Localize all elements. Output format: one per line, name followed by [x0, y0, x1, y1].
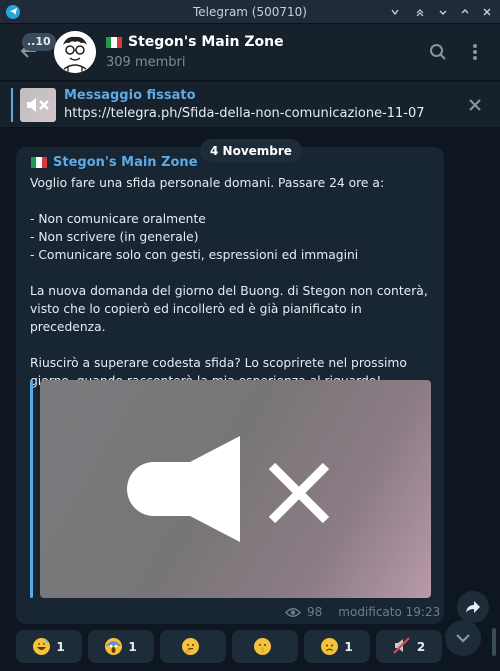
pinned-thumbnail	[20, 88, 56, 122]
message-text: Voglio fare una sfida personale domani. …	[30, 176, 428, 388]
shushing-emoji	[253, 638, 271, 655]
reaction-count: 1	[56, 639, 65, 654]
search-icon[interactable]	[427, 41, 449, 63]
maximize-button[interactable]	[455, 0, 475, 24]
chat-title[interactable]: Stegon's Main Zone	[106, 34, 284, 50]
share-arrow-icon	[466, 601, 480, 613]
unread-count-badge: ..10	[22, 33, 56, 51]
screaming-emoji	[105, 638, 123, 655]
pinned-message-bar[interactable]: Messaggio fissato https://telegra.ph/Sfi…	[0, 82, 500, 128]
reaction-muted-speaker[interactable]: 2	[376, 630, 442, 663]
thinking-emoji	[181, 638, 199, 655]
muted-speaker-icon	[27, 98, 49, 112]
reaction-shushing[interactable]	[232, 630, 298, 663]
sender-name: Stegon's Main Zone	[53, 155, 198, 170]
keep-above-icon[interactable]	[410, 0, 430, 24]
pinned-link[interactable]: https://telegra.ph/Sfida-della-non-comun…	[64, 106, 425, 121]
chat-header: ..10 Stegon's Main Zone 309 membri	[0, 24, 500, 81]
reaction-thinking[interactable]	[160, 630, 226, 663]
minimize-button[interactable]	[433, 0, 453, 24]
reaction-count: 2	[416, 639, 426, 654]
message-sender[interactable]: Stegon's Main Zone	[31, 155, 198, 170]
date-separator: 4 Novembre	[200, 139, 302, 163]
chat-name: Stegon's Main Zone	[128, 34, 284, 50]
window-titlebar: Telegram (500710)	[0, 0, 500, 24]
link-preview-bar	[30, 380, 33, 598]
close-icon[interactable]	[464, 94, 486, 116]
reaction-count: 1	[128, 639, 137, 654]
forward-button[interactable]	[457, 591, 489, 623]
reaction-grinning-sweat[interactable]: 1	[16, 630, 82, 663]
grinning-sweat-emoji	[33, 638, 51, 655]
close-window-button[interactable]	[477, 0, 497, 24]
scroll-down-button[interactable]	[445, 620, 481, 656]
muted-speaker-icon	[127, 436, 330, 542]
muted-speaker-emoji	[393, 636, 411, 657]
worried-emoji	[321, 638, 339, 655]
view-count: 98	[307, 605, 323, 619]
italy-flag-icon	[31, 157, 47, 168]
member-count: 309 membri	[106, 55, 186, 70]
reaction-count: 1	[344, 639, 353, 654]
chevron-down-icon[interactable]	[385, 0, 405, 24]
chat-avatar[interactable]	[54, 31, 96, 73]
reaction-screaming[interactable]: 1	[88, 630, 154, 663]
chevron-down-icon	[456, 634, 470, 643]
reaction-worried[interactable]: 1	[304, 630, 370, 663]
more-vertical-icon[interactable]	[464, 41, 486, 63]
eye-icon	[285, 607, 301, 617]
pinned-indicator	[11, 88, 13, 122]
italy-flag-icon	[106, 36, 122, 48]
pinned-label: Messaggio fissato	[64, 88, 196, 103]
scrollbar[interactable]	[492, 628, 496, 656]
link-preview-image[interactable]	[40, 380, 431, 598]
message-meta: 98 modificato 19:23	[285, 605, 440, 619]
edited-timestamp: modificato 19:23	[338, 605, 441, 619]
